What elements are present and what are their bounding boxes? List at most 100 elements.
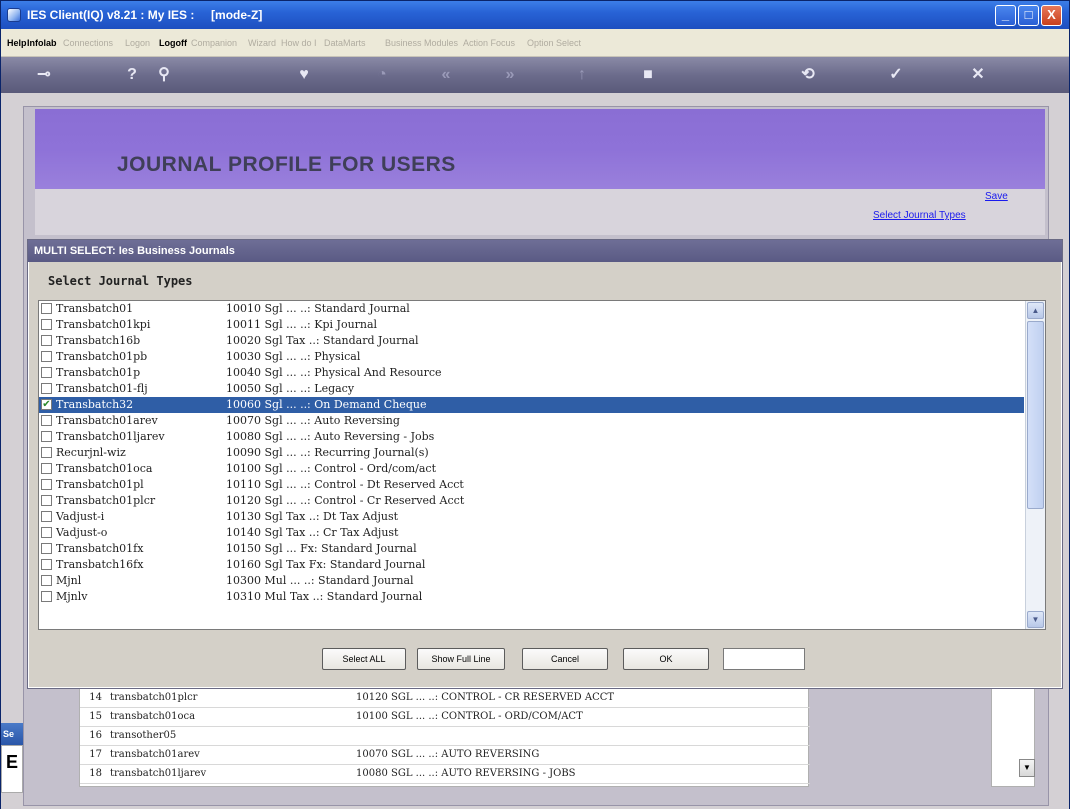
app-window: IES Client(IQ) v8.21 : My IES : [mode-Z]… (0, 0, 1070, 809)
row-divider (80, 726, 810, 727)
row-checkbox[interactable] (41, 367, 52, 378)
table-row[interactable]: 16 transother05 (80, 728, 810, 744)
menu-item-business-modules[interactable]: Business Modules (385, 38, 458, 48)
menu-item-wizard[interactable]: Wizard (248, 38, 276, 48)
journal-description: 10130 Sgl Tax ..: Dt Tax Adjust (226, 510, 399, 523)
check-icon[interactable]: ✓ (881, 65, 911, 85)
minimize-button[interactable]: _ (995, 5, 1016, 26)
list-item[interactable]: Mjnl 10300 Mul ... ..: Standard Journal (39, 573, 1024, 589)
list-item[interactable]: Transbatch01arev 10070 Sgl ... ..: Auto R… (39, 413, 1024, 429)
row-checkbox[interactable] (41, 527, 52, 538)
row-checkbox[interactable] (41, 415, 52, 426)
list-item[interactable]: Mjnlv 10310 Mul Tax ..: Standard Journal (39, 589, 1024, 605)
journal-description: 10080 Sgl ... ..: Auto Reversing - Jobs (226, 430, 435, 443)
menu-item-action-focus[interactable]: Action Focus (463, 38, 515, 48)
list-item[interactable]: Transbatch01fx 10150 Sgl ... Fx: Standard… (39, 541, 1024, 557)
menu-item-companion[interactable]: Companion (191, 38, 237, 48)
list-item[interactable]: Vadjust-o 10140 Sgl Tax ..: Cr Tax Adjust (39, 525, 1024, 541)
row-checkbox[interactable] (41, 495, 52, 506)
journal-description: 10120 Sgl ... ..: Control - Cr Reserved … (226, 494, 465, 507)
close-window-button[interactable]: X (1041, 5, 1062, 26)
list-item[interactable]: Transbatch01 10010 Sgl ... ..: Standard J… (39, 301, 1024, 317)
row-checkbox[interactable] (41, 335, 52, 346)
row-checkbox[interactable] (41, 383, 52, 394)
select-journal-types-link[interactable]: Select Journal Types (873, 210, 966, 221)
journal-name: Transbatch01pl (56, 478, 144, 491)
row-checkbox[interactable] (41, 431, 52, 442)
scroll-up-icon[interactable]: ▲ (1027, 302, 1044, 319)
up-icon[interactable]: ↑ (567, 65, 597, 85)
menu-item-option-select[interactable]: Option Select (527, 38, 581, 48)
page-banner (35, 109, 1045, 189)
select-all-button[interactable]: Select ALL (322, 648, 406, 670)
row-checkbox[interactable] (41, 591, 52, 602)
help-icon[interactable]: ? (117, 65, 147, 85)
menu-item-logon[interactable]: Logon (125, 38, 150, 48)
row-checkbox[interactable] (41, 463, 52, 474)
list-item[interactable]: ✔ Transbatch32 10060 Sgl ... ..: On Demand… (39, 397, 1024, 413)
clock-icon[interactable]: ◔ (367, 65, 397, 85)
dialog-text-input[interactable] (723, 648, 805, 670)
journal-name: Transbatch01 (56, 302, 134, 315)
show-full-line-button[interactable]: Show Full Line (417, 648, 505, 670)
list-item[interactable]: Recurjnl-wiz 10090 Sgl ... ..: Recurring … (39, 445, 1024, 461)
search-icon[interactable]: ⚲ (149, 65, 179, 85)
vertical-scrollbar[interactable]: ▲ ▼ (1025, 301, 1045, 629)
menu-item-help[interactable]: Help (7, 38, 27, 48)
row-checkbox[interactable] (41, 543, 52, 554)
row-divider (80, 707, 810, 708)
menu-item-infolab[interactable]: Infolab (27, 38, 57, 48)
list-item[interactable]: Transbatch16b 10020 Sgl Tax ..: Standard … (39, 333, 1024, 349)
key-icon[interactable]: ⊸ (29, 65, 59, 85)
list-item[interactable]: Vadjust-i 10130 Sgl Tax ..: Dt Tax Adjust (39, 509, 1024, 525)
table-row[interactable]: 14 transbatch01plcr 10120 SGL ... ..: CONT… (80, 690, 810, 706)
row-checkbox[interactable] (41, 575, 52, 586)
journal-name: Transbatch01-flj (56, 382, 148, 395)
row-checkbox[interactable] (41, 511, 52, 522)
journal-name: Transbatch01p (56, 366, 141, 379)
row-name: transbatch01plcr (110, 692, 198, 703)
cancel-button[interactable]: Cancel (522, 648, 608, 670)
list-item[interactable]: Transbatch01ljarev 10080 Sgl ... ..: Auto… (39, 429, 1024, 445)
row-description: 10070 SGL ... ..: AUTO REVERSING (356, 749, 540, 760)
maximize-button[interactable]: □ (1018, 5, 1039, 26)
rewind-icon[interactable]: « (431, 65, 461, 85)
heart-icon[interactable]: ♥ (289, 65, 319, 85)
row-checkbox[interactable] (41, 303, 52, 314)
forward-icon[interactable]: » (495, 65, 525, 85)
list-item[interactable]: Transbatch16fx 10160 Sgl Tax Fx: Standard… (39, 557, 1024, 573)
list-item[interactable]: Transbatch01pb 10030 Sgl ... ..: Physical (39, 349, 1024, 365)
journal-description: 10030 Sgl ... ..: Physical (226, 350, 361, 363)
row-checkbox[interactable] (41, 447, 52, 458)
ok-button[interactable]: OK (623, 648, 709, 670)
save-link[interactable]: Save (985, 191, 1008, 202)
menu-item-connections[interactable]: Connections (63, 38, 113, 48)
list-item[interactable]: Transbatch01-flj 10050 Sgl ... ..: Legacy (39, 381, 1024, 397)
menu-item-logoff[interactable]: Logoff (159, 38, 187, 48)
list-item[interactable]: Transbatch01oca 10100 Sgl ... ..: Control… (39, 461, 1024, 477)
links-area: Save Select Journal Types (35, 189, 1045, 235)
side-tab[interactable]: Se (1, 723, 23, 745)
row-checkbox[interactable]: ✔ (41, 399, 52, 410)
list-item[interactable]: Transbatch01pl 10110 Sgl ... ..: Control … (39, 477, 1024, 493)
row-checkbox[interactable] (41, 351, 52, 362)
menu-item-how-do-i[interactable]: How do I (281, 38, 317, 48)
journal-type-list[interactable]: Transbatch01 10010 Sgl ... ..: Standard J… (38, 300, 1046, 630)
row-checkbox[interactable] (41, 319, 52, 330)
table-row[interactable]: 18 transbatch01ljarev 10080 SGL ... ..: AU… (80, 766, 810, 782)
scroll-down-icon[interactable]: ▼ (1027, 611, 1044, 628)
chevron-down-icon[interactable]: ▼ (1019, 759, 1035, 777)
list-item[interactable]: Transbatch01p 10040 Sgl ... ..: Physical … (39, 365, 1024, 381)
list-item[interactable]: Transbatch01plcr 10120 Sgl ... ..: Contro… (39, 493, 1024, 509)
menu-item-datamarts[interactable]: DataMarts (324, 38, 366, 48)
close-icon[interactable]: ✕ (963, 65, 993, 85)
stop-icon[interactable]: ■ (633, 65, 663, 85)
refresh-icon[interactable]: ⟲ (793, 65, 823, 85)
table-row[interactable]: 17 transbatch01arev 10070 SGL ... ..: AUTO… (80, 747, 810, 763)
scroll-thumb[interactable] (1027, 321, 1044, 509)
row-checkbox[interactable] (41, 559, 52, 570)
table-row[interactable]: 15 transbatch01oca 10100 SGL ... ..: CONTR… (80, 709, 810, 725)
list-item[interactable]: Transbatch01kpi 10011 Sgl ... ..: Kpi Jou… (39, 317, 1024, 333)
row-number: 15 (89, 711, 102, 722)
row-checkbox[interactable] (41, 479, 52, 490)
